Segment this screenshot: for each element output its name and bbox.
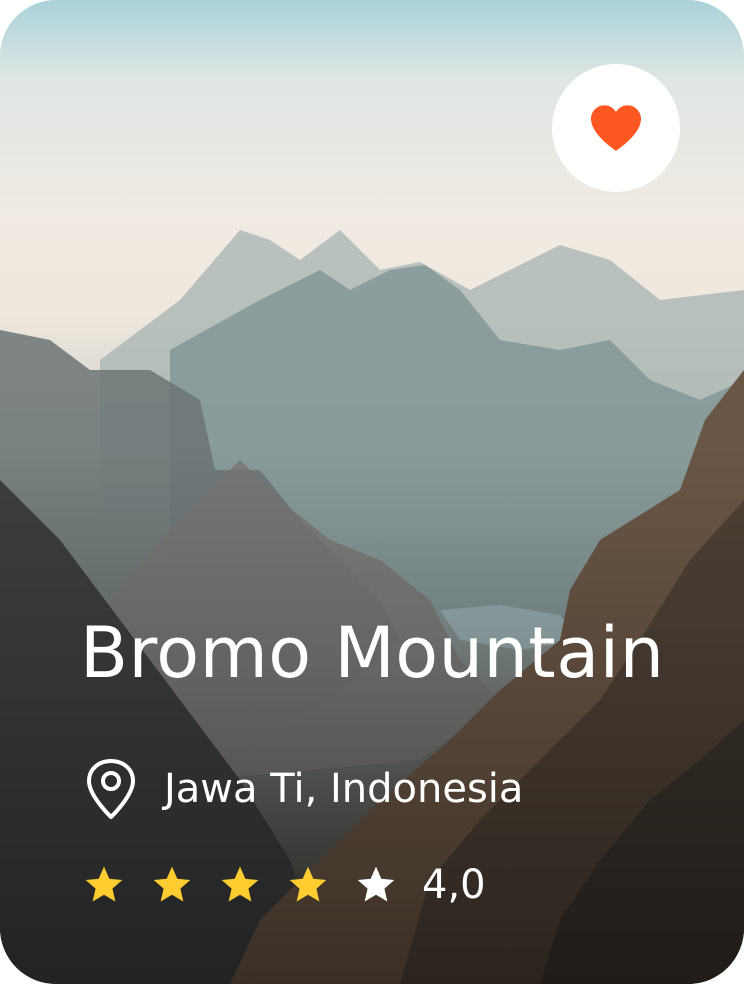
star-icon [85,866,123,902]
star-empty-icon [357,866,395,902]
heart-icon [591,105,641,151]
favorite-button[interactable] [552,64,680,192]
star-icon [221,866,259,902]
destination-card[interactable]: Bromo Mountain Jawa Ti, Indonesia 4,0 [0,0,744,984]
location-row: Jawa Ti, Indonesia [84,758,523,820]
rating-row: 4,0 [82,862,486,908]
destination-title: Bromo Mountain [80,612,665,694]
rating-value: 4,0 [422,862,486,908]
star-icon [153,866,191,902]
map-pin-icon [87,759,135,819]
location-label: Jawa Ti, Indonesia [164,766,524,812]
star-icon [289,866,327,902]
